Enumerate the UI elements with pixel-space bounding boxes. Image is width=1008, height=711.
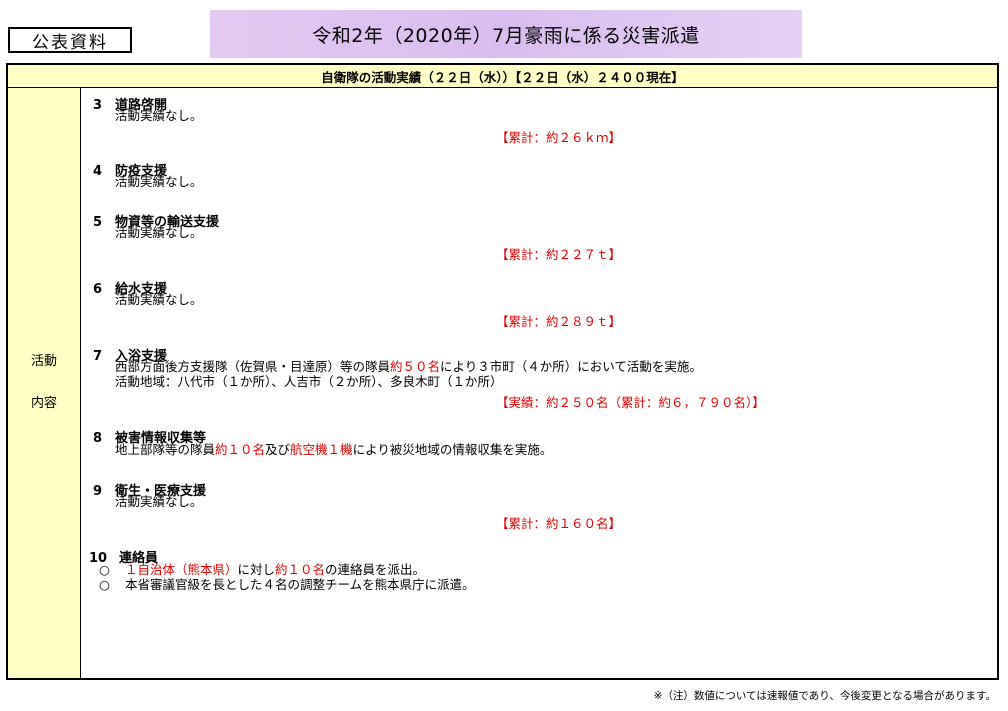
highlight-aircraft: 航空機１機 [290,442,353,457]
section-7-total: 【実績：約２５０名（累計：約６，７９０名）】 [496,395,765,410]
section-3-total: 【累計：約２６ｋｍ】 [496,130,622,145]
section-9-total: 【累計：約１６０名】 [496,516,622,531]
text-segment: 西部方面後方支援隊（佐賀県・目達原）等の隊員 [115,359,391,374]
section-5-total: 【累計：約２２７ｔ】 [496,247,622,262]
section-number: 7 [93,349,103,364]
page-title: 令和2年（2020年）7月豪雨に係る災害派遣 [210,10,802,58]
activity-table: 自衛隊の活動実績（２２日（水））【２２日（水）２４００現在】 活動 内容 3 道路… [6,63,999,680]
highlight-count: 約１０名 [275,562,326,577]
text-segment: 本省審議官級を長とした４名の調整チームを熊本県庁に派遣。 [125,577,475,592]
section-number: 9 [93,484,103,499]
text-segment: により被災地域の情報収集を実施。 [352,442,553,457]
section-7-line-2: 活動地域：八代市（１か所）、人吉市（２か所）、多良木町（１か所） [115,374,503,389]
text-segment: の連絡員を派出。 [325,562,426,577]
side-label-content: 内容 [30,396,57,411]
section-5-line: 活動実績なし。 [115,225,203,240]
circle-bullet-icon: ○ [99,562,110,577]
section-number: 8 [93,431,103,446]
section-6-total: 【累計：約２８９ｔ】 [496,314,622,329]
liaison-bullet-2: ○ 本省審議官級を長とした４名の調整チームを熊本県庁に派遣。 [99,578,475,592]
text-segment: 地上部隊等の隊員 [115,442,216,457]
section-number: 6 [93,282,103,297]
highlight-count: 約１０名 [215,442,266,457]
section-7-line-1: 西部方面後方支援隊（佐賀県・目達原）等の隊員約５０名により３市町（４か所）におい… [115,360,702,374]
section-number: 3 [93,98,103,113]
section-8-line: 地上部隊等の隊員約１０名及び航空機１機により被災地域の情報収集を実施。 [115,443,552,457]
section-number: 4 [93,164,103,179]
section-4-line: 活動実績なし。 [115,174,203,189]
side-column: 活動 内容 [8,88,81,678]
highlight-municipality: １自治体（熊本県） [125,562,238,577]
text-segment: 及び [265,442,291,457]
section-number: 5 [93,215,103,230]
footnote: ※（注）数値については速報値であり、今後変更となる場合があります。 [653,690,996,702]
section-9-line: 活動実績なし。 [115,494,203,509]
activity-content: 3 道路啓開 活動実績なし。 【累計：約２６ｋｍ】 4 防疫支援 活動実績なし。 5… [81,88,997,678]
highlight-count: 約５０名 [390,359,441,374]
section-3-line: 活動実績なし。 [115,108,203,123]
side-label-activity: 活動 [30,354,57,369]
text-segment: に対し [237,562,276,577]
text-segment: により３市町（４か所）において活動を実施。 [440,359,702,374]
section-6-line: 活動実績なし。 [115,292,203,307]
table-header: 自衛隊の活動実績（２２日（水））【２２日（水）２４００現在】 [8,65,997,88]
public-document-badge: 公表資料 [8,27,132,53]
liaison-bullet-1: ○ １自治体（熊本県）に対し約１０名の連絡員を派出。 [99,563,425,577]
circle-bullet-icon: ○ [99,577,110,592]
